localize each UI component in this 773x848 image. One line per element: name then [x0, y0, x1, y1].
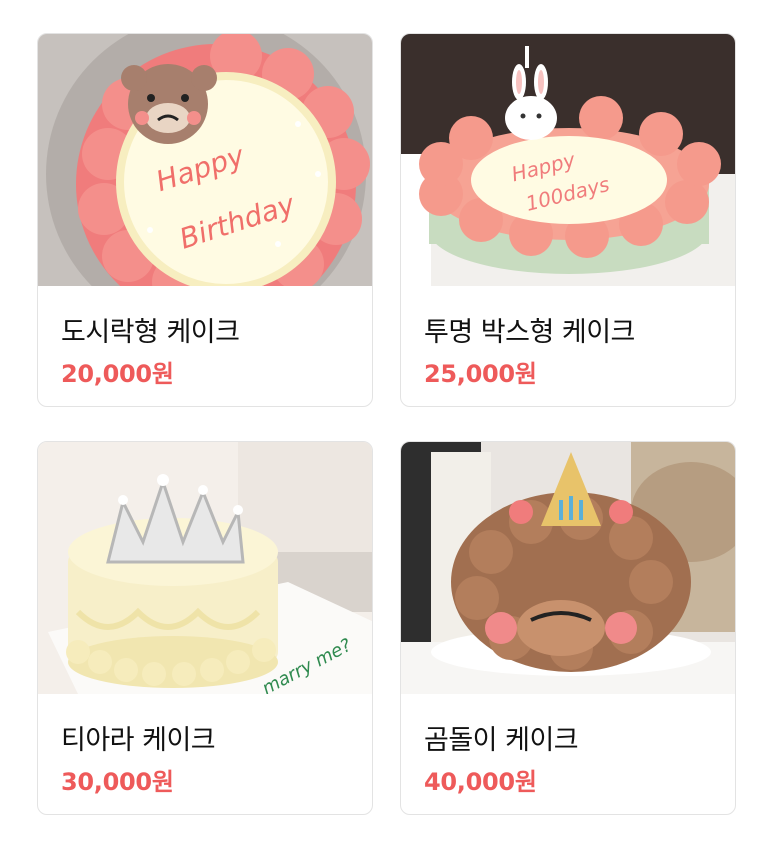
product-name: 티아라 케이크	[61, 725, 216, 756]
product-image[interactable]: Happy Birthday	[38, 34, 372, 286]
product-image[interactable]: Happy 100days	[401, 34, 735, 286]
tiara-cake-image: marry me?	[38, 442, 372, 694]
product-price: 20,000원	[61, 360, 174, 388]
product-name: 투명 박스형 케이크	[424, 317, 635, 348]
product-card-lunchbox-cake[interactable]: Happy Birthday 도시락형 케이크 20,000원	[37, 33, 373, 407]
bunny-100days-cake-image: Happy 100days	[401, 34, 735, 286]
poodle-bear-cake-image	[401, 442, 735, 694]
bear-birthday-cake-image: Happy Birthday	[38, 34, 372, 286]
product-image[interactable]: marry me?	[38, 442, 372, 694]
product-name: 곰돌이 케이크	[424, 725, 579, 756]
product-price: 40,000원	[424, 768, 537, 796]
product-name: 도시락형 케이크	[61, 317, 240, 348]
product-price: 30,000원	[61, 768, 174, 796]
product-card-teddy-bear-cake[interactable]: 곰돌이 케이크 40,000원	[400, 441, 736, 815]
product-price: 25,000원	[424, 360, 537, 388]
product-card-tiara-cake[interactable]: marry me? 티아라 케이크 30,000원	[37, 441, 373, 815]
product-grid: Happy Birthday 도시락형 케이크 20,000원 Happy 10…	[0, 0, 773, 848]
product-image[interactable]	[401, 442, 735, 694]
product-card-clear-box-cake[interactable]: Happy 100days 투명 박스형 케이크 25,000원	[400, 33, 736, 407]
